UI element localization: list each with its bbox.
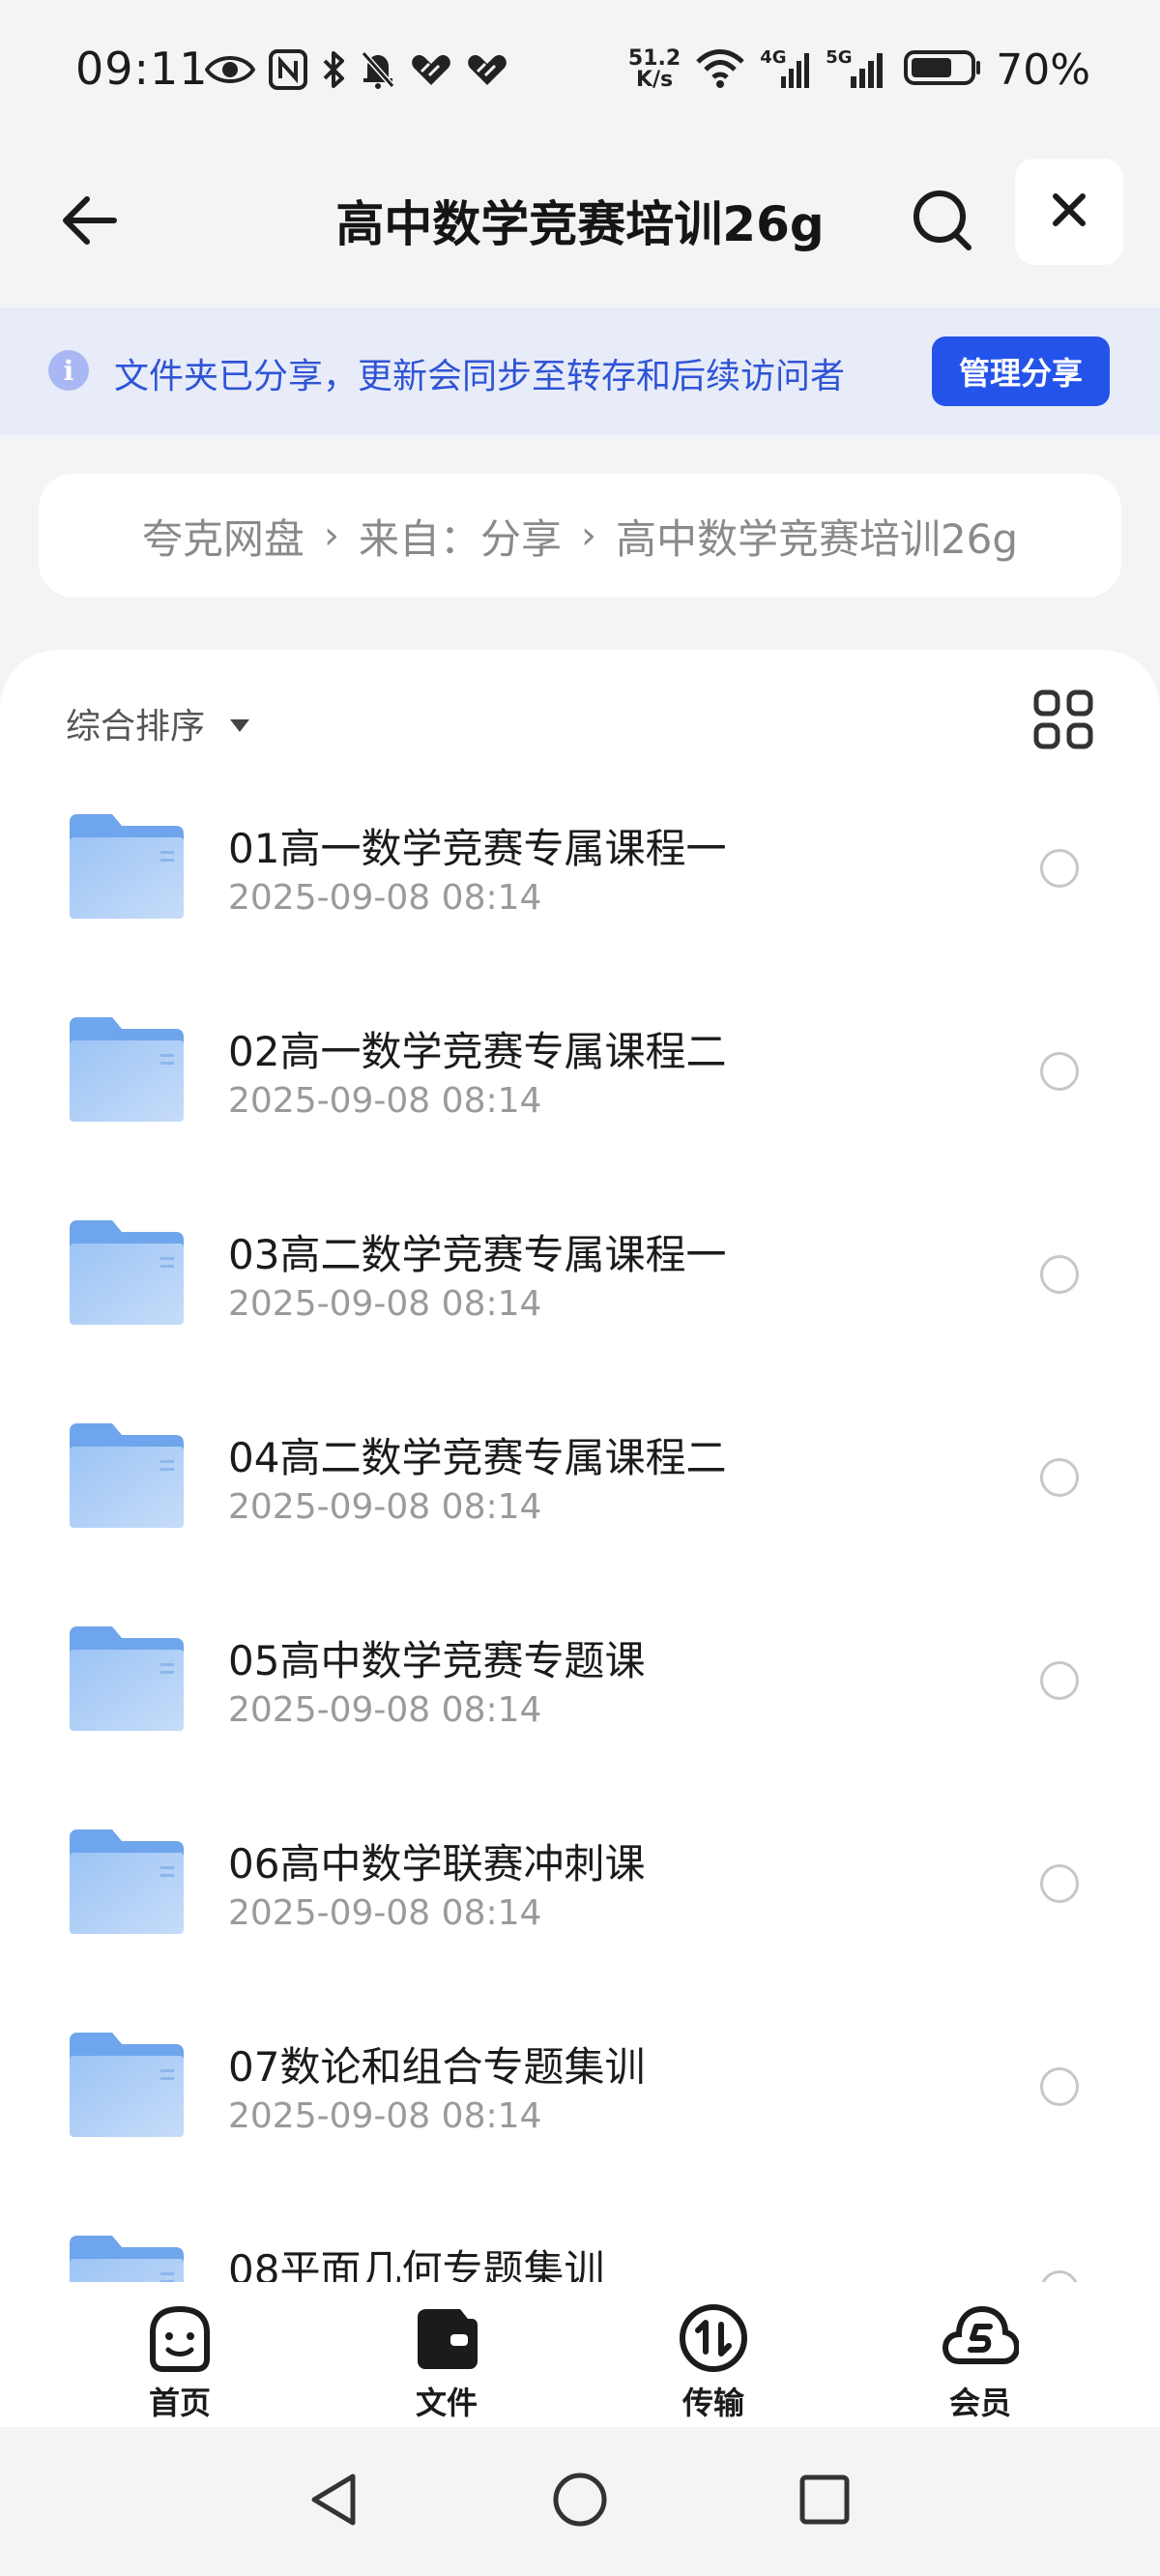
battery-icon xyxy=(903,47,982,92)
page-title: 高中数学竞赛培训26g xyxy=(335,196,825,252)
info-icon: i xyxy=(48,350,89,391)
select-checkbox[interactable] xyxy=(1040,1661,1079,1700)
file-name: 07数论和组合专题集训 xyxy=(228,2043,646,2091)
select-checkbox[interactable] xyxy=(1040,1052,1079,1091)
file-list: 01高一数学竞赛专属课程一 2025-09-08 08:14 02高一数学竞赛专属课… xyxy=(0,793,1160,2294)
nav-header: 高中数学竞赛培训26g xyxy=(0,145,1160,309)
file-date: 2025-09-08 08:14 xyxy=(228,1487,542,1527)
square-recents-icon xyxy=(798,2473,852,2531)
folder-icon xyxy=(68,1421,186,1530)
share-banner-text: 文件夹已分享，更新会同步至转存和后续访问者 xyxy=(114,357,846,396)
file-name: 01高一数学竞赛专属课程一 xyxy=(228,825,727,872)
tab-files-label: 文件 xyxy=(415,2385,478,2421)
wifi-icon xyxy=(694,46,746,93)
search-icon xyxy=(911,188,974,257)
bluetooth-icon xyxy=(321,49,346,94)
file-row[interactable]: 06高中数学联赛冲刺课 2025-09-08 08:14 xyxy=(0,1808,1160,2011)
file-date: 2025-09-08 08:14 xyxy=(228,1284,542,1324)
system-home-button[interactable] xyxy=(546,2468,614,2535)
file-row[interactable]: 03高二数学竞赛专属课程一 2025-09-08 08:14 xyxy=(0,1199,1160,1402)
tab-transfer[interactable]: 传输 xyxy=(646,2303,781,2421)
file-date: 2025-09-08 08:14 xyxy=(228,2096,542,2136)
grid-view-button[interactable] xyxy=(1032,688,1094,750)
back-button[interactable] xyxy=(50,184,128,261)
file-date: 2025-09-08 08:14 xyxy=(228,878,542,918)
file-name: 03高二数学竞赛专属课程一 xyxy=(228,1231,727,1278)
transfer-icon xyxy=(675,2303,752,2373)
select-checkbox[interactable] xyxy=(1040,1458,1079,1497)
signal-4g-icon: 4G xyxy=(760,47,812,92)
close-button[interactable] xyxy=(1015,159,1123,265)
tab-files[interactable]: 文件 xyxy=(379,2303,514,2421)
file-date: 2025-09-08 08:14 xyxy=(228,1893,542,1933)
arrow-left-icon xyxy=(58,193,120,251)
sort-label: 综合排序 xyxy=(66,707,206,746)
wallet-folder-icon xyxy=(408,2303,485,2373)
file-name: 04高二数学竞赛专属课程二 xyxy=(228,1434,727,1481)
caret-down-icon xyxy=(230,718,250,732)
select-checkbox[interactable] xyxy=(1040,1255,1079,1294)
manage-share-button[interactable]: 管理分享 xyxy=(932,337,1110,406)
breadcrumb: 夸克网盘 › 来自：分享 › 高中数学竞赛培训26g xyxy=(39,474,1121,598)
search-button[interactable] xyxy=(899,174,986,271)
nfc-icon xyxy=(269,49,307,94)
signal-5g-icon: 5G xyxy=(826,47,889,92)
tab-vip[interactable]: 会员 xyxy=(913,2303,1048,2421)
system-recents-button[interactable] xyxy=(791,2468,858,2535)
file-name: 06高中数学联赛冲刺课 xyxy=(228,1840,646,1888)
grid-view-icon xyxy=(1032,689,1094,754)
eye-icon xyxy=(204,52,256,91)
system-back-button[interactable] xyxy=(300,2468,367,2535)
folder-icon xyxy=(68,812,186,921)
select-checkbox[interactable] xyxy=(1040,2067,1079,2106)
network-speed: 51.2 K/s xyxy=(628,48,681,91)
sort-dropdown[interactable]: 综合排序 xyxy=(66,698,250,748)
file-row[interactable]: 05高中数学竞赛专题课 2025-09-08 08:14 xyxy=(0,1605,1160,1808)
status-left-icons xyxy=(204,44,508,99)
screen: 09:11 51.2 K/s 4G 5G 70% 高中数学竞赛培训26g i 文… xyxy=(0,0,1160,2576)
close-icon xyxy=(1050,190,1088,233)
select-checkbox[interactable] xyxy=(1040,849,1079,888)
file-row[interactable]: 04高二数学竞赛专属课程二 2025-09-08 08:14 xyxy=(0,1402,1160,1605)
breadcrumb-item-root[interactable]: 夸克网盘 xyxy=(142,507,304,566)
status-right-icons: 51.2 K/s 4G 5G 70% xyxy=(628,41,1090,99)
heart-app-icon xyxy=(410,52,452,91)
mute-bell-icon xyxy=(360,49,396,94)
home-face-icon xyxy=(141,2303,218,2373)
file-name: 02高一数学竞赛专属课程二 xyxy=(228,1028,727,1075)
folder-icon xyxy=(68,2031,186,2139)
circle-home-icon xyxy=(551,2471,609,2532)
network-speed-value: 51.2 xyxy=(627,46,682,71)
breadcrumb-item-current: 高中数学竞赛培训26g xyxy=(615,514,1019,563)
folder-icon xyxy=(68,1218,186,1327)
file-panel: 综合排序 01高一数学竞赛专属课程一 2025-09-08 08:14 02高一数学… xyxy=(0,650,1160,2294)
breadcrumb-separator: › xyxy=(323,513,339,558)
network-speed-unit: K/s xyxy=(635,68,674,92)
system-navigation-bar xyxy=(0,2427,1160,2576)
file-row[interactable]: 01高一数学竞赛专属课程一 2025-09-08 08:14 xyxy=(0,793,1160,996)
heart-app-icon xyxy=(466,52,508,91)
select-checkbox[interactable] xyxy=(1040,1864,1079,1903)
triangle-back-icon xyxy=(306,2471,361,2532)
folder-icon xyxy=(68,1625,186,1733)
tab-vip-label: 会员 xyxy=(948,2385,1011,2421)
tab-transfer-label: 传输 xyxy=(682,2385,744,2421)
file-date: 2025-09-08 08:14 xyxy=(228,1081,542,1121)
status-bar: 09:11 51.2 K/s 4G 5G 70% xyxy=(0,0,1160,145)
vip-cloud-icon xyxy=(942,2303,1019,2373)
tab-home[interactable]: 首页 xyxy=(112,2303,247,2421)
file-row[interactable]: 02高一数学竞赛专属课程二 2025-09-08 08:14 xyxy=(0,996,1160,1199)
tab-home-label: 首页 xyxy=(148,2385,211,2421)
bottom-tab-bar: 首页 文件 传输 会员 xyxy=(0,2282,1160,2427)
status-time: 09:11 xyxy=(75,43,209,95)
battery-percent: 70% xyxy=(996,44,1090,95)
file-row[interactable]: 07数论和组合专题集训 2025-09-08 08:14 xyxy=(0,2011,1160,2214)
file-date: 2025-09-08 08:14 xyxy=(228,1690,542,1730)
file-name: 05高中数学竞赛专题课 xyxy=(228,1637,646,1684)
folder-icon xyxy=(68,1828,186,1936)
folder-icon xyxy=(68,1015,186,1124)
share-banner: i 文件夹已分享，更新会同步至转存和后续访问者 管理分享 xyxy=(0,307,1160,435)
breadcrumb-separator: › xyxy=(580,513,596,558)
breadcrumb-item-share[interactable]: 来自：分享 xyxy=(359,507,562,566)
